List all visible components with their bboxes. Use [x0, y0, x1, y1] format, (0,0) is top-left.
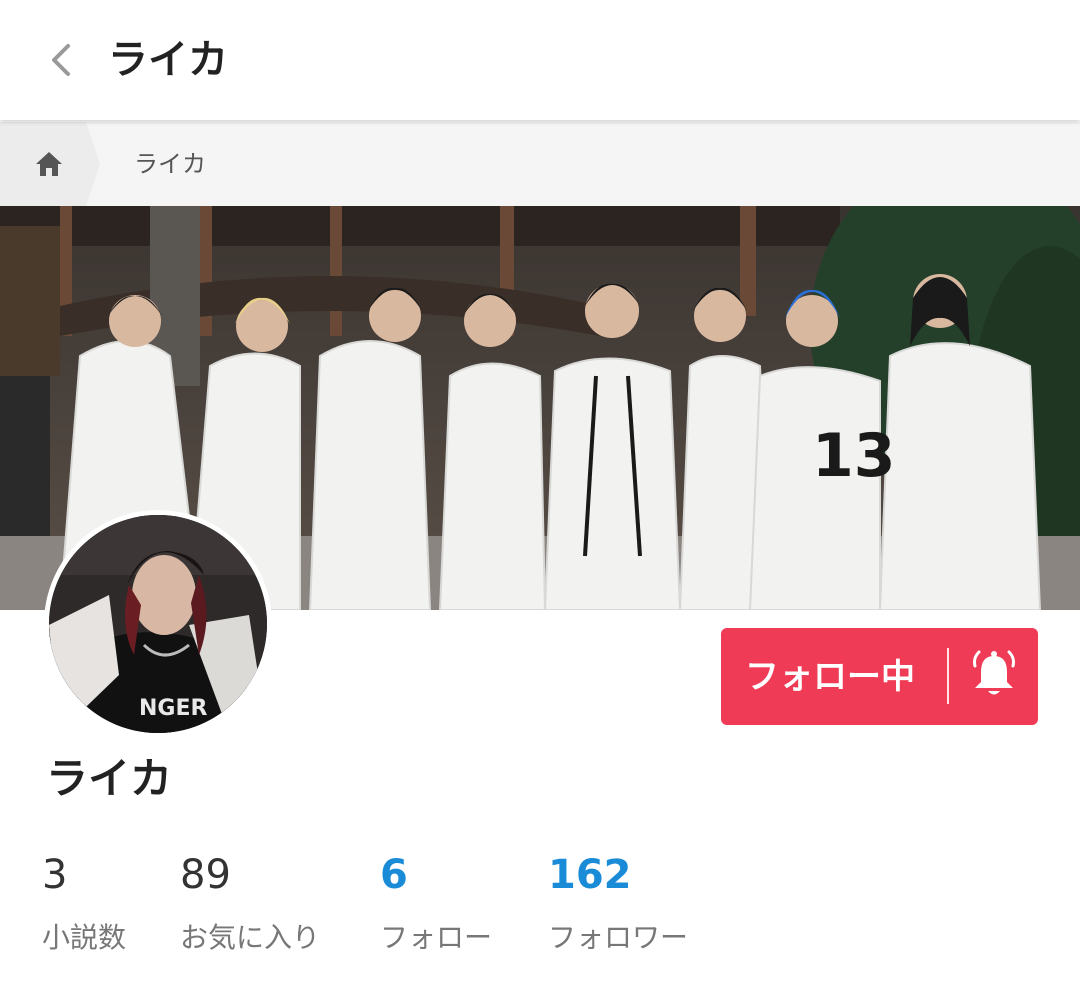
svg-text:NGER: NGER — [139, 696, 207, 721]
stat-followers-label: フォロワー — [548, 921, 689, 954]
stat-followers[interactable]: 162 フォロワー — [548, 850, 688, 956]
stat-novels-label: 小説数 — [42, 921, 127, 954]
breadcrumb-current: ライカ — [134, 150, 206, 178]
following-button[interactable]: フォロー中 — [721, 628, 1038, 725]
stat-followers-value: 162 — [548, 852, 632, 898]
stat-favorites-value: 89 — [180, 852, 231, 898]
stat-novels: 3 小説数 — [42, 850, 126, 956]
stat-favorites-label: お気に入り — [180, 921, 321, 954]
breadcrumb-home[interactable] — [0, 122, 100, 206]
stat-favorites: 89 お気に入り — [180, 850, 320, 956]
app-bar: ライカ — [0, 0, 1080, 120]
page-title: ライカ — [108, 37, 228, 83]
stat-following[interactable]: 6 フォロー — [380, 850, 492, 956]
notification-bell-button[interactable] — [969, 648, 1019, 702]
stat-following-label: フォロー — [380, 921, 493, 954]
stat-novels-value: 3 — [42, 852, 68, 898]
avatar[interactable]: NGER — [44, 510, 272, 738]
button-divider — [947, 648, 949, 704]
chevron-left-icon — [52, 44, 70, 76]
home-icon — [36, 152, 62, 176]
breadcrumb: ライカ — [0, 122, 1080, 206]
stat-following-value: 6 — [380, 852, 408, 898]
following-label: フォロー中 — [745, 657, 915, 697]
profile-name: ライカ — [46, 754, 173, 803]
svg-text:13: 13 — [812, 421, 896, 491]
bell-icon — [973, 650, 1015, 695]
back-button[interactable] — [30, 30, 90, 90]
